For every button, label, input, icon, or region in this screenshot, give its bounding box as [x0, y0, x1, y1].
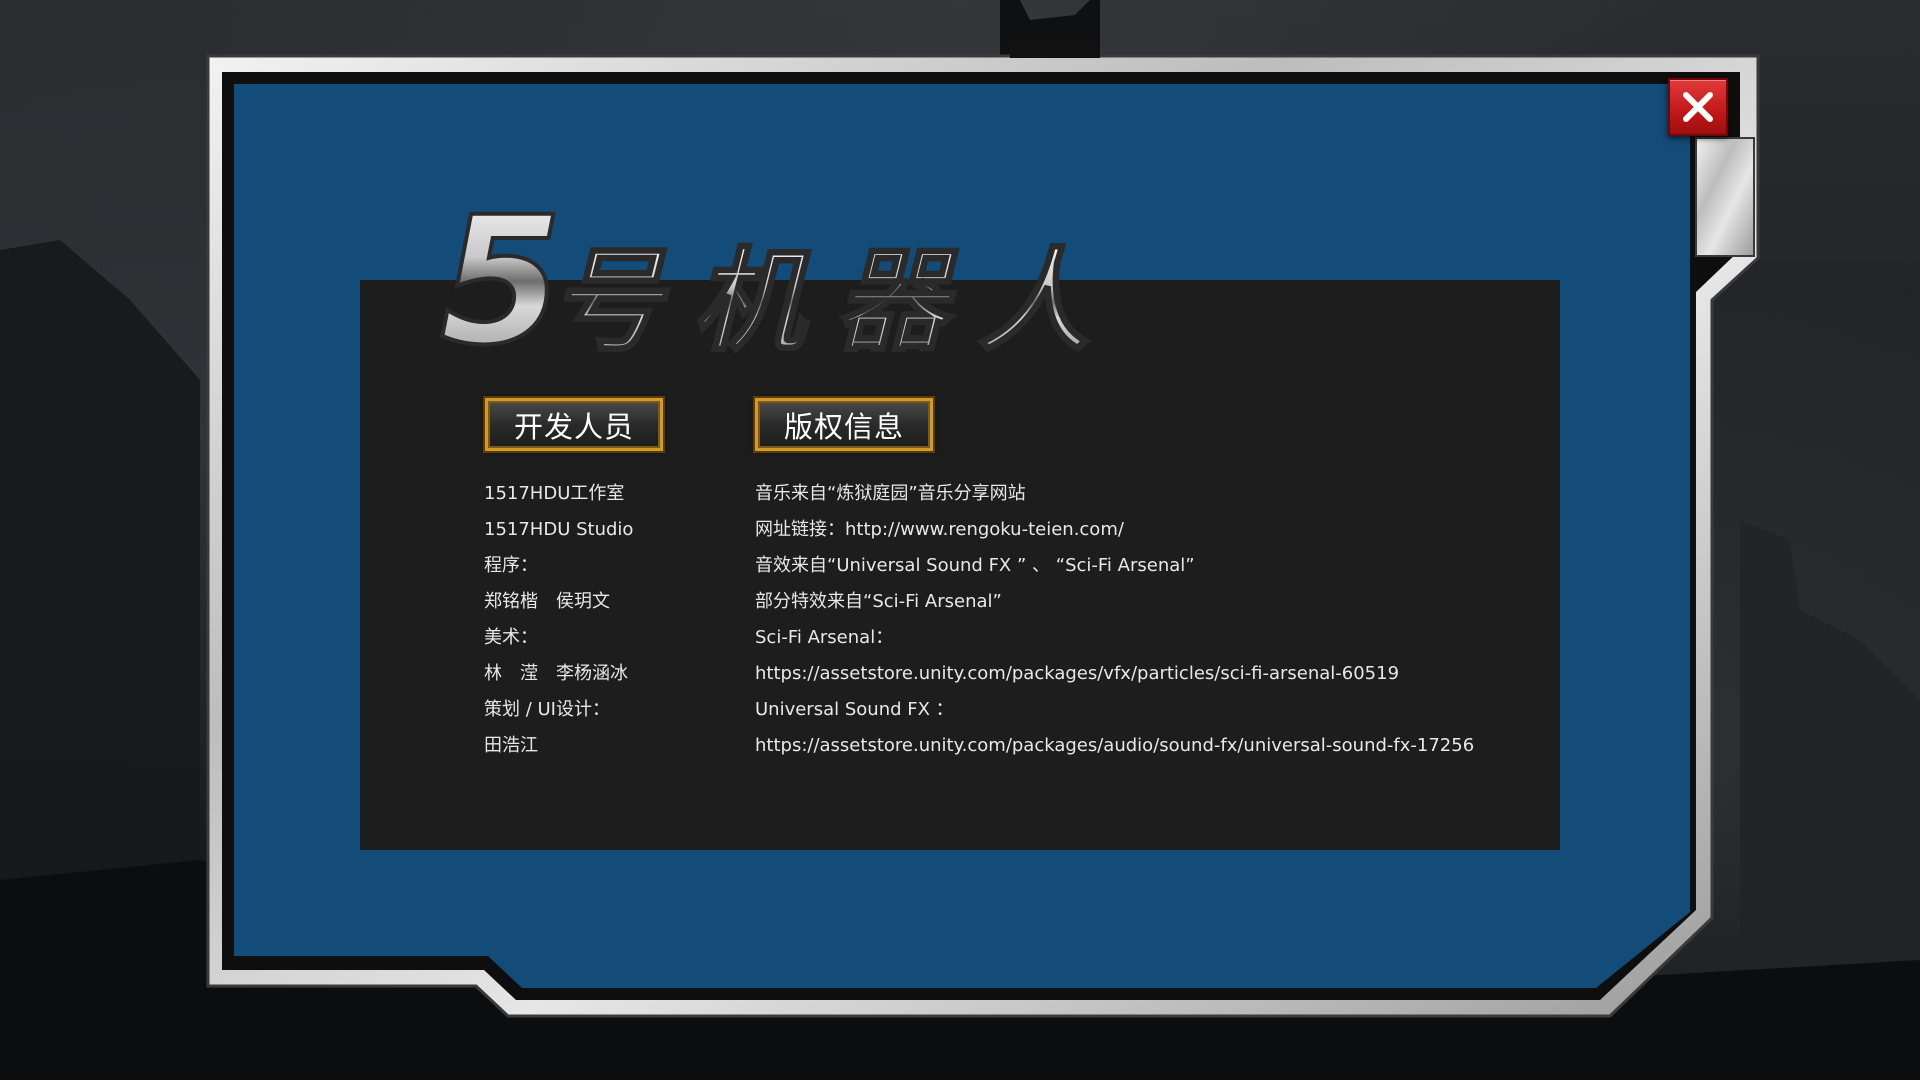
developers-list: 1517HDU工作室 1517HDU Studio 程序： 郑铭楷 侯玥文 美术…: [484, 476, 633, 764]
copyright-line: 音乐来自“炼狱庭园”音乐分享网站: [755, 483, 1026, 504]
developer-line: 1517HDU Studio: [484, 519, 634, 540]
developer-line: 策划 / UI设计：: [484, 699, 610, 720]
logo-title: 号机器人: [550, 237, 1090, 367]
logo-number: 5: [440, 179, 562, 370]
developer-line: 1517HDU工作室: [484, 483, 625, 504]
copyright-line: Sci-Fi Arsenal：: [755, 627, 894, 648]
copyright-line: 部分特效来自“Sci-Fi Arsenal”: [755, 591, 1002, 612]
developer-line: 郑铭楷 侯玥文: [484, 591, 610, 612]
close-x-icon: [1683, 92, 1713, 122]
close-button[interactable]: [1668, 78, 1728, 136]
copyright-line: Universal Sound FX ：: [755, 699, 954, 720]
developer-line: 林 滢 李杨涵冰: [484, 663, 628, 684]
developers-tab-button[interactable]: 开发人员: [483, 396, 665, 453]
game-screen: 5 号机器人 开发人员 版权信息 1517HDU工作室 1517HDU Stud…: [0, 0, 1920, 1080]
developer-line: 程序：: [484, 555, 538, 576]
copyright-link: https://assetstore.unity.com/packages/vf…: [755, 663, 1400, 684]
copyright-tab-button[interactable]: 版权信息: [753, 396, 935, 453]
copyright-list: 音乐来自“炼狱庭园”音乐分享网站 网址链接：http://www.rengoku…: [755, 476, 1474, 764]
copyright-line: 音效来自“Universal Sound FX ” 、 “Sci-Fi Arse…: [755, 555, 1195, 576]
game-logo: 5 号机器人: [440, 177, 1092, 370]
copyright-link: https://assetstore.unity.com/packages/au…: [755, 735, 1475, 756]
developer-line: 田浩江: [484, 735, 538, 756]
copyright-link: 网址链接：http://www.rengoku-teien.com/: [755, 519, 1124, 540]
developer-line: 美术：: [484, 627, 538, 648]
